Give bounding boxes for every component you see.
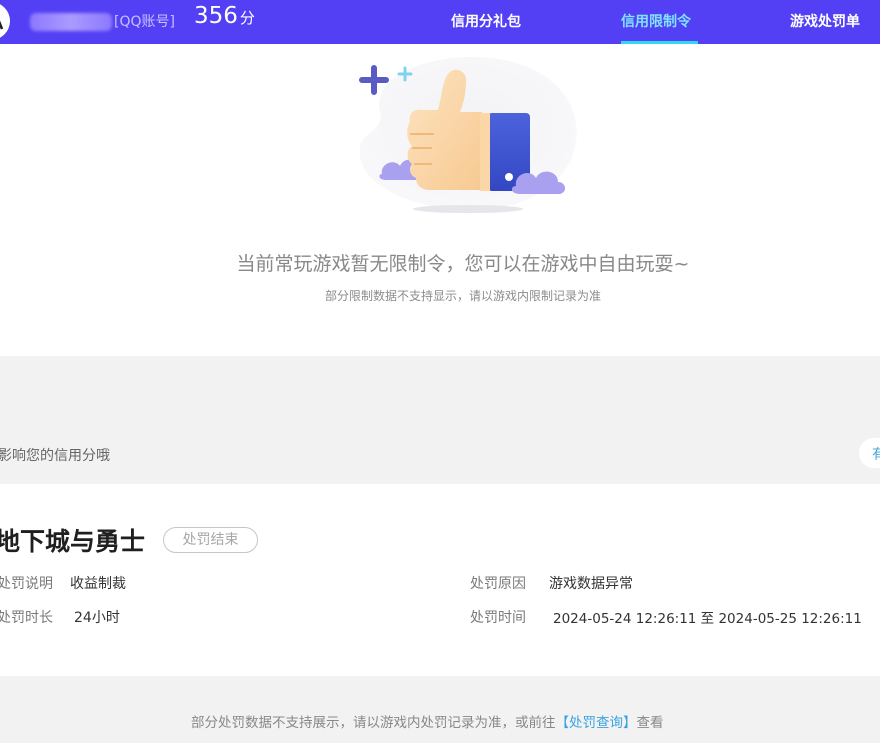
tab-game-punishment[interactable]: 游戏处罚单 (790, 11, 860, 31)
thumbs-up-icon (359, 56, 577, 213)
tab-credit-gift[interactable]: 信用分礼包 (451, 11, 521, 31)
game-title: 地下城与勇士 (0, 527, 146, 556)
blurred-account-name (30, 13, 112, 31)
punishment-card (0, 484, 880, 676)
empty-state-title: 当前常玩游戏暂无限制令，您可以在游戏中自由玩耍~ (236, 253, 690, 275)
side-action-label: 有 (872, 447, 880, 463)
punish-duration-label: 处罚时长 (0, 610, 53, 626)
footer-text-after: 查看 (636, 715, 664, 731)
footer-note: 部分处罚数据不支持展示，请以游戏内处罚记录为准，或前往【处罚查询】查看 (191, 711, 664, 731)
punish-reason-value: 游戏数据异常 (549, 576, 633, 592)
notice-band (0, 356, 880, 484)
credit-score-unit: 分 (239, 9, 255, 27)
footer-band (0, 676, 880, 743)
punish-time-value: 2024-05-24 12:26:11 至 2024-05-25 12:26:1… (553, 611, 862, 627)
account-type-label: [QQ账号] (114, 14, 175, 30)
punish-duration-value: 24小时 (74, 610, 120, 626)
footer-text-before: 部分处罚数据不支持展示，请以游戏内处罚记录为准，或前往 (191, 715, 556, 731)
punish-desc-value: 收益制裁 (70, 576, 126, 592)
credit-impact-notice: 影响您的信用分哦 (0, 448, 110, 464)
credit-score-value: 356 (194, 3, 238, 29)
avatar[interactable] (0, 2, 10, 40)
active-tab-indicator (621, 41, 698, 44)
empty-state-note: 部分限制数据不支持显示，请以游戏内限制记录为准 (324, 289, 601, 303)
punish-reason-label: 处罚原因 (470, 576, 526, 592)
punish-time-label: 处罚时间 (470, 610, 526, 626)
punishment-query-link[interactable]: 【处罚查询】 (556, 715, 637, 731)
tab-credit-restriction[interactable]: 信用限制令 (621, 11, 691, 31)
punish-desc-label: 处罚说明 (0, 576, 53, 592)
status-badge: 处罚结束 (163, 527, 258, 553)
top-header: [QQ账号] 356 分 信用分礼包 信用限制令 游戏处罚单 (0, 0, 880, 44)
avatar-icon (0, 20, 4, 30)
credit-score: 356 分 (194, 3, 255, 29)
